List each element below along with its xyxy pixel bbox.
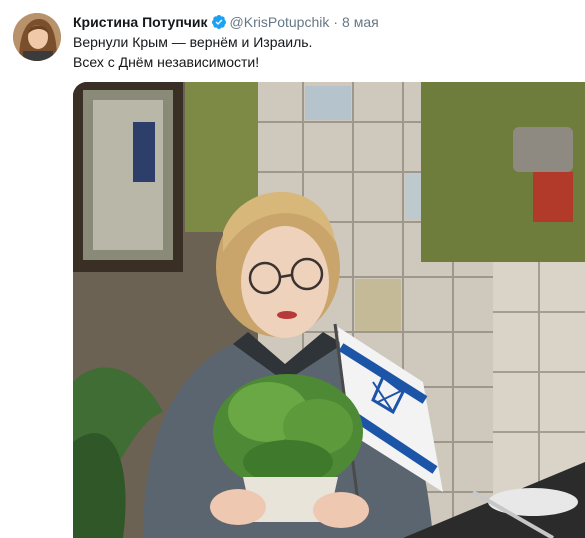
tweet-text-line-1: Вернули Крым — вернём и Израиль.: [73, 34, 313, 50]
tweet: Кристина Потупчик @KrisPotupchik · 8 мая Ве…: [0, 0, 585, 538]
tweet-text: Вернули Крым — вернём и Израиль. Всех с …: [73, 32, 312, 72]
tweet-text-line-2: Всех с Днём независимости!: [73, 54, 260, 70]
avatar-image: [13, 13, 61, 61]
author-handle[interactable]: @KrisPotupchik: [230, 14, 330, 30]
author-name[interactable]: Кристина Потупчик: [73, 14, 208, 30]
avatar[interactable]: [13, 13, 61, 61]
photo-image: [73, 82, 585, 538]
tweet-timestamp[interactable]: 8 мая: [342, 14, 379, 30]
tweet-photo[interactable]: [73, 82, 585, 538]
separator-dot: ·: [333, 14, 339, 30]
